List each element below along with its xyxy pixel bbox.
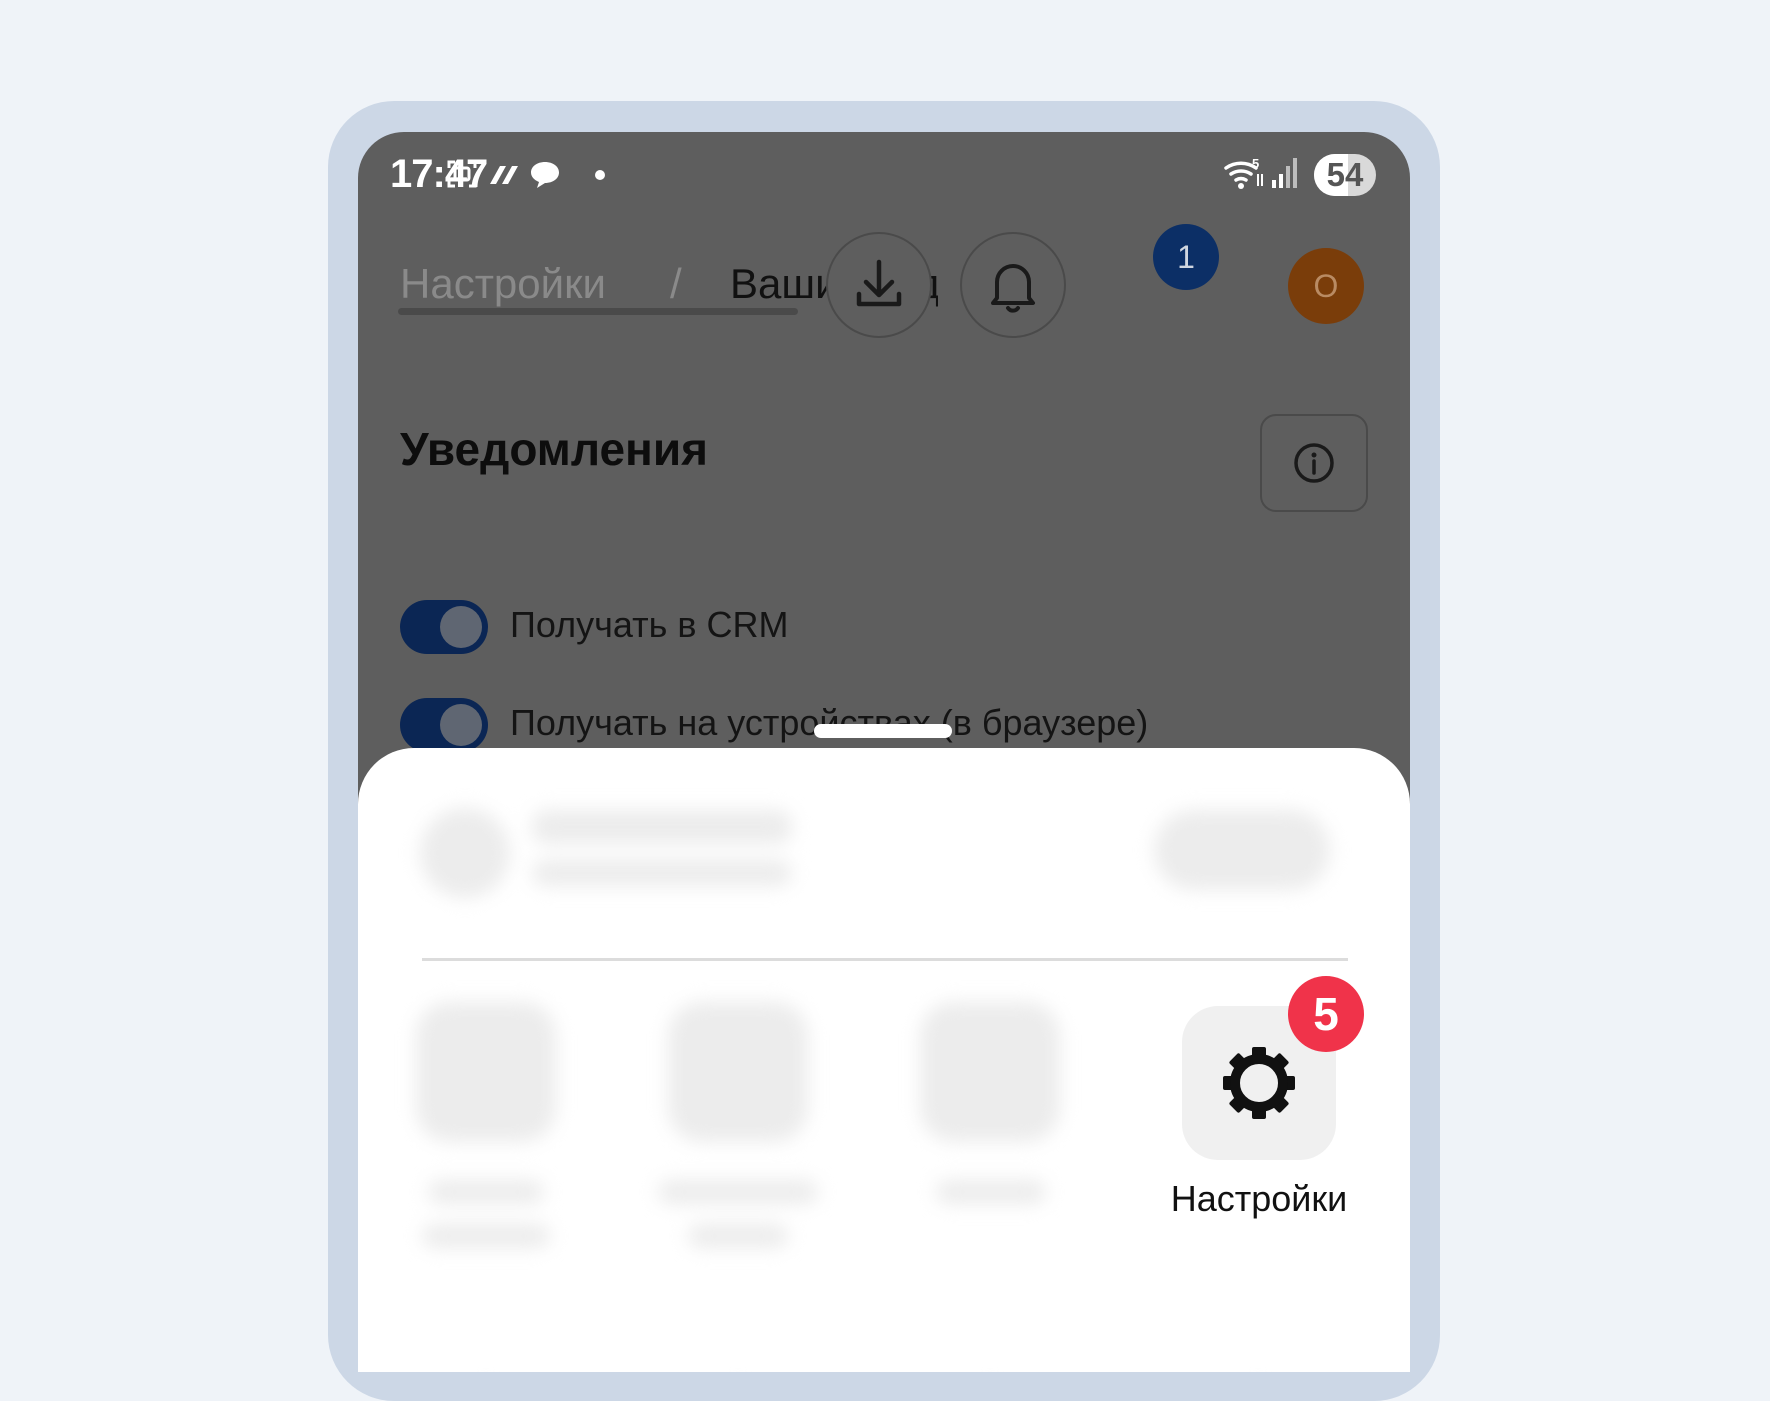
settings-badge: 5 (1288, 976, 1364, 1052)
notifications-button[interactable] (960, 232, 1066, 338)
toggle-crm-label: Получать в CRM (510, 604, 789, 645)
phone-screen: 17:47 5 54 Настройки / Ваши увед 1 О (358, 132, 1410, 1372)
battery-level: 54 (1326, 156, 1364, 193)
dot-icon (594, 168, 606, 186)
notifications-count-badge: 1 (1153, 224, 1219, 290)
toggle-crm[interactable] (400, 600, 488, 654)
svg-text:5: 5 (1252, 156, 1259, 171)
chat-bubble-icon (528, 158, 562, 197)
breadcrumb-separator: / (670, 260, 682, 307)
bell-icon (991, 264, 1035, 313)
avatar[interactable]: О (1288, 248, 1364, 324)
sheet-drag-handle[interactable] (814, 724, 952, 738)
breadcrumb-settings-link[interactable]: Настройки (400, 260, 606, 308)
page-title: Уведомления (400, 423, 708, 475)
wifi-icon: 5 (1222, 154, 1266, 197)
slash-icon (486, 158, 520, 195)
breadcrumb-scrollbar[interactable] (398, 308, 798, 315)
download-icon (856, 259, 902, 307)
info-icon (1294, 443, 1334, 483)
download-button[interactable] (826, 232, 932, 338)
bottom-sheet: 5 Настройки (358, 748, 1410, 1372)
screenshot-icon (446, 158, 478, 195)
settings-tile-label: Настройки (1170, 1178, 1348, 1219)
info-button[interactable] (1260, 414, 1368, 512)
signal-icon (1270, 156, 1300, 195)
toggle-browser[interactable] (400, 698, 488, 752)
sheet-divider (422, 958, 1348, 961)
battery-icon: 54 (1314, 154, 1376, 196)
